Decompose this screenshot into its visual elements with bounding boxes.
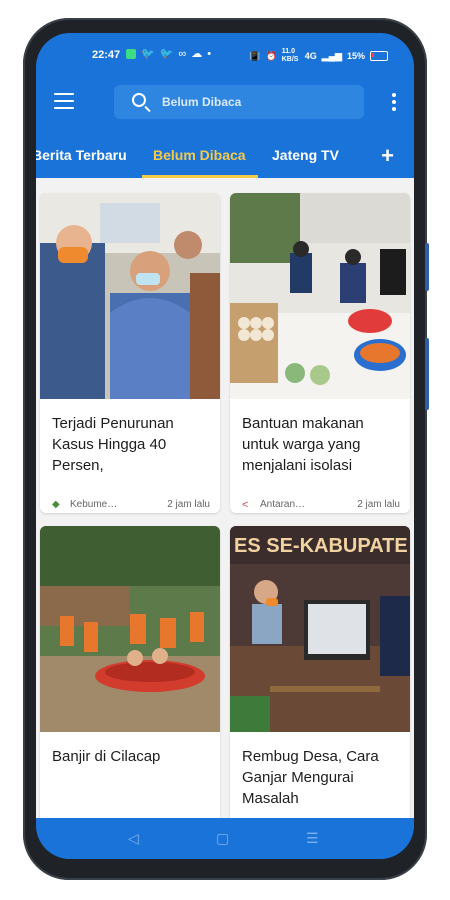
article-title: Banjir di Cilacap bbox=[52, 748, 161, 765]
home-icon[interactable]: ▢ bbox=[216, 830, 229, 847]
article-image bbox=[40, 193, 220, 399]
article-card[interactable]: ES SE-KABUPATE Rembug Desa, Cara Ganjar … bbox=[230, 526, 410, 818]
more-vert-icon[interactable] bbox=[392, 93, 396, 114]
status-indicators: 📳 ⏰ 11.0 KB/S 4G ▂▄▆ 15% bbox=[249, 48, 388, 64]
app-notification-icon bbox=[126, 48, 136, 59]
system-nav-bar: ◁ ▢ ☰ bbox=[36, 818, 414, 859]
tab-jateng-tv[interactable]: Jateng TV bbox=[272, 147, 339, 163]
article-time: 2 jam lalu bbox=[167, 499, 210, 510]
battery-percent: 15% bbox=[346, 51, 365, 61]
article-time: 2 jam lalu bbox=[357, 499, 400, 510]
article-image: ES SE-KABUPATE bbox=[230, 526, 410, 732]
tab-belum-dibaca[interactable]: Belum Dibaca bbox=[153, 147, 246, 163]
screen: 22:47 🐦 🐦 ∞ ☁ • 📳 ⏰ 11.0 KB/S 4G ▂▄▆ 15%… bbox=[36, 33, 414, 859]
emblem-icon: ◆ bbox=[52, 499, 60, 510]
share-icon: < bbox=[242, 499, 249, 511]
power-button bbox=[425, 338, 429, 410]
app-bar: Belum Dibaca bbox=[36, 77, 414, 129]
article-title: Rembug Desa, Cara Ganjar Mengurai Masala… bbox=[242, 748, 379, 807]
article-title: Terjadi Penurunan Kasus Hingga 40 Persen… bbox=[52, 415, 174, 474]
link-icon: ∞ bbox=[178, 47, 187, 60]
battery-icon bbox=[370, 51, 388, 61]
add-tab-button[interactable]: + bbox=[381, 143, 394, 169]
search-text: Belum Dibaca bbox=[162, 95, 242, 109]
status-time: 22:47 bbox=[92, 49, 121, 61]
status-bar: 22:47 🐦 🐦 ∞ ☁ • 📳 ⏰ 11.0 KB/S 4G ▂▄▆ 15% bbox=[36, 33, 414, 77]
network-speed: 11.0 KB/S bbox=[281, 48, 299, 63]
volume-button bbox=[425, 243, 429, 291]
signal-icon: ▂▄▆ bbox=[321, 50, 342, 61]
article-source: Kebume… bbox=[70, 499, 118, 510]
article-title: Bantuan makanan untuk warga yang menjala… bbox=[242, 415, 364, 474]
dot-icon: • bbox=[207, 47, 212, 60]
cloud-icon: ☁ bbox=[191, 48, 203, 60]
alarm-icon: ⏰ bbox=[265, 50, 277, 61]
recents-icon[interactable]: ☰ bbox=[306, 830, 319, 847]
vibrate-icon: 📳 bbox=[249, 50, 261, 61]
search-bar[interactable]: Belum Dibaca bbox=[114, 85, 364, 119]
search-icon bbox=[132, 93, 146, 107]
menu-icon[interactable] bbox=[54, 93, 74, 109]
article-card[interactable]: Banjir di Cilacap bbox=[40, 526, 220, 818]
back-icon[interactable]: ◁ bbox=[128, 830, 139, 847]
notification-icons: 🐦 🐦 ∞ ☁ • bbox=[126, 47, 211, 60]
banner-text: ES SE-KABUPATE bbox=[234, 535, 408, 557]
article-image bbox=[230, 193, 410, 399]
article-source: Antaran… bbox=[260, 499, 306, 510]
twitter-icon: 🐦 bbox=[141, 48, 155, 60]
tab-berita-terbaru[interactable]: Berita Terbaru bbox=[36, 147, 127, 163]
signal-label: 4G bbox=[304, 51, 317, 61]
article-image bbox=[40, 526, 220, 732]
article-card[interactable]: Bantuan makanan untuk warga yang menjala… bbox=[230, 193, 410, 513]
twitter-icon: 🐦 bbox=[159, 48, 174, 60]
article-card[interactable]: Terjadi Penurunan Kasus Hingga 40 Persen… bbox=[40, 193, 220, 513]
tab-bar: Berita Terbaru Belum Dibaca Jateng TV + bbox=[36, 133, 414, 178]
article-grid: Terjadi Penurunan Kasus Hingga 40 Persen… bbox=[36, 178, 414, 818]
